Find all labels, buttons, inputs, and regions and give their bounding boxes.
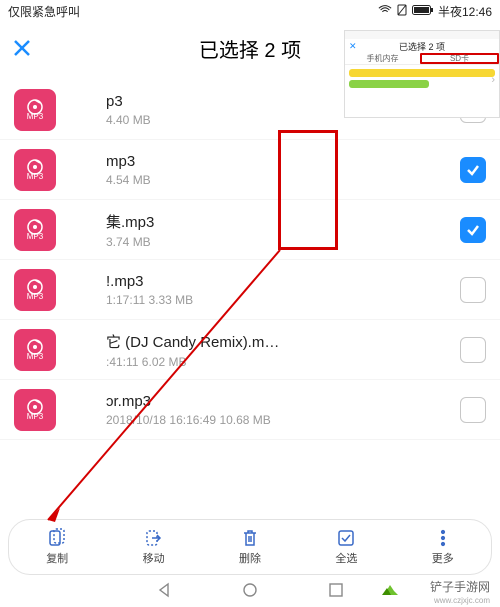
tutorial-thumbnail: ✕ 已选择 2 项 手机内存 SD卡 › (344, 30, 500, 118)
more-label: 更多 (432, 550, 454, 566)
file-meta: :41:11 6.02 MB (106, 355, 460, 369)
file-meta: 4.54 MB (106, 173, 460, 187)
file-list: MP3 p3 4.40 MB MP3 mp3 4.54 MB MP3 集.mp3… (0, 74, 500, 440)
mp3-file-icon: MP3 (14, 389, 56, 431)
action-toolbar: 复制 移动 删除 全选 更多 (8, 519, 492, 575)
system-nav-bar (0, 577, 500, 607)
nav-home-icon[interactable] (242, 582, 258, 603)
select-all-button[interactable]: 全选 (335, 528, 357, 566)
file-row[interactable]: MP3 它 (DJ Candy Remix).m… :41:11 6.02 MB (0, 320, 500, 380)
nav-recent-icon[interactable] (328, 582, 344, 603)
file-info: 集.mp3 3.74 MB (106, 211, 460, 249)
thumbnail-close-icon: ✕ (349, 41, 357, 52)
status-bar: 仅限紧急呼叫 半夜12:46 (0, 0, 500, 22)
file-meta: 1:17:11 3.33 MB (106, 293, 460, 307)
file-checkbox[interactable] (460, 397, 486, 423)
wifi-icon (378, 4, 392, 19)
select-all-label: 全选 (335, 550, 357, 566)
file-info: mp3 4.54 MB (106, 153, 460, 187)
file-name: ɔr.mp3 (106, 393, 460, 410)
no-sim-icon (396, 4, 408, 19)
file-name: 集.mp3 (106, 211, 460, 232)
file-row[interactable]: MP3 !.mp3 1:17:11 3.33 MB (0, 260, 500, 320)
watermark-url: www.czjxjc.com (434, 596, 490, 605)
copy-label: 复制 (46, 550, 68, 566)
file-meta: 3.74 MB (106, 235, 460, 249)
mp3-file-icon: MP3 (14, 89, 56, 131)
file-row[interactable]: MP3 ɔr.mp3 2018/10/18 16:16:49 10.68 MB (0, 380, 500, 440)
file-row[interactable]: MP3 集.mp3 3.74 MB (0, 200, 500, 260)
mp3-file-icon: MP3 (14, 269, 56, 311)
watermark-logo-icon (380, 579, 400, 599)
thumbnail-chevron-right-icon: › (491, 74, 495, 86)
file-name: mp3 (106, 153, 460, 170)
page-title: 已选择 2 项 (199, 34, 301, 63)
mp3-file-icon: MP3 (14, 209, 56, 251)
battery-icon (412, 4, 434, 19)
watermark-brand: 铲子手游网 (430, 578, 490, 595)
status-emergency-text: 仅限紧急呼叫 (8, 3, 80, 20)
nav-back-icon[interactable] (156, 582, 172, 603)
move-label: 移动 (143, 550, 165, 566)
thumbnail-storage-bar-2 (349, 80, 429, 88)
file-name: 它 (DJ Candy Remix).m… (106, 331, 460, 352)
thumbnail-title: 已选择 2 项 (399, 40, 445, 53)
status-time: 半夜12:46 (438, 3, 492, 20)
mp3-file-icon: MP3 (14, 149, 56, 191)
file-name: !.mp3 (106, 273, 460, 290)
file-checkbox[interactable] (460, 217, 486, 243)
thumbnail-storage-bar-1 (349, 69, 495, 77)
thumbnail-tab-sd: SD卡 (420, 53, 499, 64)
file-meta: 2018/10/18 16:16:49 10.68 MB (106, 413, 460, 427)
file-info: 它 (DJ Candy Remix).m… :41:11 6.02 MB (106, 331, 460, 369)
file-row[interactable]: MP3 mp3 4.54 MB (0, 140, 500, 200)
close-button[interactable] (8, 34, 36, 62)
file-info: !.mp3 1:17:11 3.33 MB (106, 273, 460, 307)
more-button[interactable]: 更多 (432, 528, 454, 566)
file-info: ɔr.mp3 2018/10/18 16:16:49 10.68 MB (106, 393, 460, 427)
mp3-file-icon: MP3 (14, 329, 56, 371)
delete-button[interactable]: 删除 (239, 528, 261, 566)
thumbnail-tab-internal: 手机内存 (345, 53, 420, 64)
file-checkbox[interactable] (460, 277, 486, 303)
file-checkbox[interactable] (460, 337, 486, 363)
move-button[interactable]: 移动 (143, 528, 165, 566)
delete-label: 删除 (239, 550, 261, 566)
copy-button[interactable]: 复制 (46, 528, 68, 566)
file-checkbox[interactable] (460, 157, 486, 183)
